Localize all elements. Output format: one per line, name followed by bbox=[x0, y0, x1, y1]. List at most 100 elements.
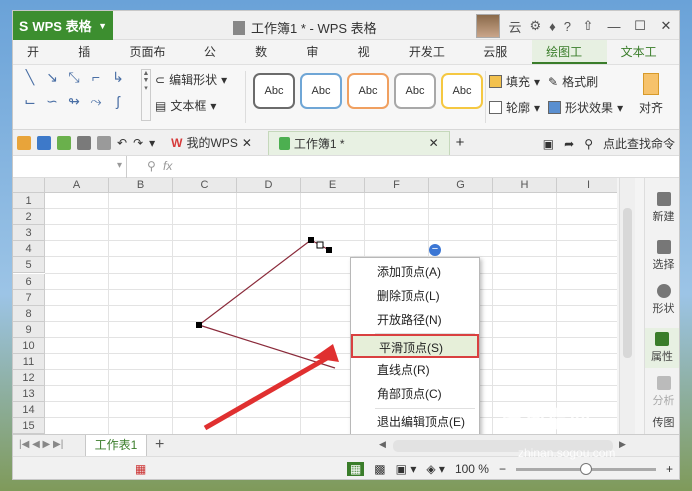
tab-home[interactable]: 开始 bbox=[13, 40, 64, 83]
elbow-arrow-icon[interactable]: ↳ bbox=[107, 69, 129, 93]
format-painter-label[interactable]: 格式刷 bbox=[562, 73, 598, 90]
freeform-shape[interactable] bbox=[13, 178, 617, 434]
panel-shape[interactable]: 形状 bbox=[645, 284, 679, 316]
customize-icon[interactable]: ▾ bbox=[149, 136, 155, 150]
menu-item-corner-vertex[interactable]: 角部顶点(C) bbox=[351, 382, 479, 406]
maximize-button[interactable]: ☐ bbox=[631, 18, 649, 34]
search-icon[interactable]: ⚲ bbox=[584, 137, 593, 151]
backup-icon[interactable]: ▣ bbox=[543, 137, 554, 151]
zoom-slider[interactable] bbox=[515, 462, 656, 475]
upload-icon[interactable]: ⇧ bbox=[579, 18, 597, 34]
shape-effects-label[interactable]: 形状效果 bbox=[565, 99, 613, 116]
gallery-scroll[interactable]: ▲ ▼ ▾ bbox=[141, 69, 151, 121]
menu-item-straight-point[interactable]: 直线点(R) bbox=[351, 358, 479, 382]
align-button[interactable]: 对齐 bbox=[631, 73, 671, 116]
avatar[interactable] bbox=[476, 14, 501, 38]
menu-item-delete-vertex[interactable]: 删除顶点(L) bbox=[351, 284, 479, 308]
zoom-out-button[interactable]: − bbox=[499, 462, 506, 476]
name-box[interactable]: ▾ bbox=[13, 156, 127, 178]
first-sheet-icon[interactable]: |◀ ◀ ▶ ▶| bbox=[19, 439, 63, 450]
scroll-left-icon[interactable]: ◀ bbox=[379, 439, 386, 450]
share-icon[interactable]: ➦ bbox=[564, 137, 574, 151]
panel-upload-image[interactable]: 传图 bbox=[645, 414, 679, 430]
worksheet[interactable]: ABCDEFGHI 1 2 3 4 5 6 7 8 9 10 11 12 13 14 15 bbox=[13, 178, 617, 434]
scroll-thumb[interactable] bbox=[623, 208, 632, 358]
outline-button[interactable]: 轮廓 ▾ 形状效果 ▾ bbox=[489, 99, 623, 116]
close-button[interactable]: ✕ bbox=[657, 18, 675, 34]
print-preview-icon[interactable] bbox=[97, 135, 111, 150]
collapse-icon[interactable]: − bbox=[429, 244, 441, 256]
fill-button[interactable]: 填充 ▾ ✎ 格式刷 bbox=[489, 73, 598, 90]
menu-item-exit-edit-vertex[interactable]: 退出编辑顶点(E) bbox=[351, 410, 479, 434]
bezier-handle[interactable] bbox=[316, 241, 324, 249]
text-box-button[interactable]: ▤ 文本框 ▾ bbox=[155, 97, 216, 114]
add-sheet-button[interactable]: + bbox=[155, 436, 164, 454]
folder-icon[interactable] bbox=[17, 135, 31, 150]
normal-view-icon[interactable]: ▦ bbox=[346, 462, 365, 476]
zoom-in-button[interactable]: + bbox=[666, 462, 673, 476]
save-icon[interactable] bbox=[37, 135, 51, 150]
tab-text-tools[interactable]: 文本工具 bbox=[607, 40, 679, 83]
freeform-icon[interactable]: ʃ bbox=[107, 93, 129, 117]
menu-item-open-path[interactable]: 开放路径(N) bbox=[351, 308, 479, 332]
tab-drawing-tools[interactable]: 绘图工具 bbox=[532, 40, 607, 83]
zoom-thumb[interactable] bbox=[579, 462, 592, 475]
shape-style-2[interactable]: Abc bbox=[300, 73, 342, 109]
print-icon[interactable] bbox=[77, 135, 91, 150]
close-icon[interactable]: ✕ bbox=[429, 136, 439, 150]
curve-arrow-icon[interactable]: ↬ bbox=[63, 93, 85, 117]
minimize-button[interactable]: — bbox=[605, 19, 623, 34]
tab-insert[interactable]: 插入 bbox=[64, 40, 115, 83]
sheet-tab-active[interactable]: 工作表1 bbox=[85, 435, 147, 457]
shape-style-5[interactable]: Abc bbox=[441, 73, 483, 109]
edit-shape-button[interactable]: ⊂ 编辑形状 ▾ bbox=[155, 71, 227, 88]
tab-view[interactable]: 视图 bbox=[344, 40, 395, 83]
app-menu-button[interactable]: S WPS 表格 ▼ bbox=[13, 11, 113, 40]
elbow-connector-icon[interactable]: ⌐ bbox=[85, 69, 107, 93]
panel-properties[interactable]: 属性 bbox=[645, 328, 679, 368]
tab-page-layout[interactable]: 页面布局 bbox=[115, 40, 189, 83]
curve-connector-icon[interactable]: ∽ bbox=[41, 93, 63, 117]
export-pdf-icon[interactable] bbox=[57, 135, 71, 150]
shape-style-1[interactable]: Abc bbox=[253, 73, 295, 109]
scroll-right-icon[interactable]: ▶ bbox=[619, 439, 626, 450]
skin-icon[interactable]: ♦ bbox=[549, 19, 556, 34]
vertex-handle[interactable] bbox=[196, 322, 202, 328]
close-icon[interactable]: ✕ bbox=[242, 136, 252, 150]
vertex-handle[interactable] bbox=[326, 247, 332, 253]
cloud-label[interactable]: 云 bbox=[508, 17, 521, 36]
tab-data[interactable]: 数据 bbox=[241, 40, 292, 83]
settings-gear-icon[interactable]: ⚙ bbox=[529, 18, 541, 34]
panel-analysis[interactable]: 分析 bbox=[645, 376, 679, 408]
vertical-scrollbar[interactable] bbox=[619, 178, 635, 434]
double-arrow-shape-icon[interactable]: ⤡ bbox=[63, 69, 85, 93]
zoom-level[interactable]: 100 % bbox=[455, 462, 489, 476]
tab-formula[interactable]: 公式 bbox=[190, 40, 241, 83]
tab-developer[interactable]: 开发工具 bbox=[395, 40, 469, 83]
new-tab-button[interactable]: + bbox=[456, 134, 465, 151]
search-command-input[interactable]: 点此查找命令 bbox=[603, 135, 675, 152]
tab-workbook[interactable]: 工作簿1 * ✕ bbox=[267, 130, 450, 155]
arrow-shape-icon[interactable]: ↘ bbox=[41, 69, 63, 93]
tab-my-wps[interactable]: W 我的WPS ✕ bbox=[161, 132, 262, 154]
tab-cloud[interactable]: 云服务 bbox=[469, 40, 532, 83]
help-button[interactable]: ? bbox=[564, 19, 571, 34]
panel-select[interactable]: 选择 bbox=[645, 240, 679, 272]
menu-item-smooth-vertex[interactable]: 平滑顶点(S) bbox=[351, 334, 479, 358]
elbow-double-icon[interactable]: ⌙ bbox=[19, 93, 41, 117]
vertex-handle[interactable] bbox=[308, 237, 314, 243]
shape-style-3[interactable]: Abc bbox=[347, 73, 389, 109]
menu-item-add-vertex[interactable]: 添加顶点(A) bbox=[351, 260, 479, 284]
reading-mode-icon[interactable]: ◈ ▾ bbox=[426, 462, 445, 476]
curve-double-icon[interactable]: ⤳ bbox=[85, 93, 107, 117]
redo-icon[interactable]: ↷ bbox=[133, 136, 143, 150]
page-layout-view-icon[interactable]: ▣ ▾ bbox=[396, 462, 417, 476]
panel-new[interactable]: 新建 bbox=[645, 192, 679, 224]
zoom-icon[interactable]: ⚲ bbox=[147, 159, 156, 173]
line-shape-icon[interactable]: ╲ bbox=[19, 69, 41, 93]
tab-review[interactable]: 审阅 bbox=[292, 40, 343, 83]
shape-style-4[interactable]: Abc bbox=[394, 73, 436, 109]
fx-icon[interactable]: fx bbox=[163, 159, 172, 173]
page-break-view-icon[interactable]: ▩ bbox=[374, 462, 385, 476]
undo-icon[interactable]: ↶ bbox=[117, 136, 127, 150]
